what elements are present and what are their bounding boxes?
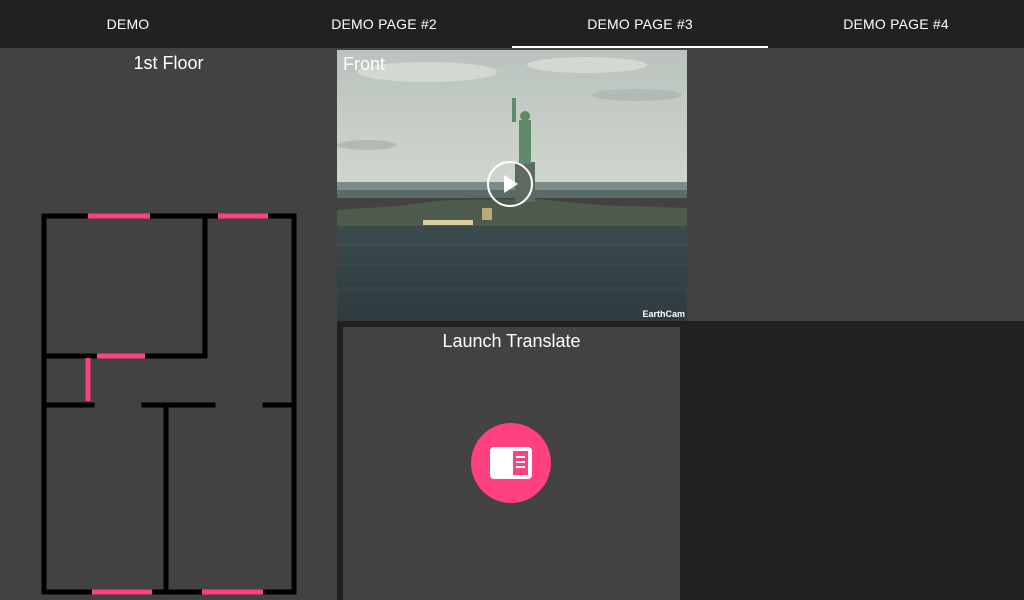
water [337,226,687,321]
play-icon [504,175,518,193]
tab-bar: DEMO DEMO PAGE #2 DEMO PAGE #3 DEMO PAGE… [0,0,1024,48]
play-button[interactable] [487,161,533,207]
building [482,208,492,220]
statue-body [519,120,531,164]
translate-icon [490,447,532,479]
floorplan-card: 1st Floor [0,48,337,600]
translate-title: Launch Translate [442,331,581,351]
floorplan-walls [41,213,297,595]
camera-feed[interactable]: Front EarthCam [337,50,687,321]
cloud [337,140,397,150]
camera-label: Front [343,54,386,74]
tab-demo-page-2[interactable]: DEMO PAGE #2 [256,0,512,48]
cloud [592,89,682,101]
translate-card: Launch Translate [343,327,680,600]
floorplan [41,213,297,595]
launch-translate-button[interactable] [471,423,551,503]
camera-watermark: EarthCam [642,309,685,319]
statue-head [520,111,530,121]
building [423,220,473,225]
tab-demo-page-3[interactable]: DEMO PAGE #3 [512,0,768,48]
tab-demo-page-4[interactable]: DEMO PAGE #4 [768,0,1024,48]
cloud [527,57,647,73]
statue-arm [512,98,516,122]
tab-demo[interactable]: DEMO [0,0,256,48]
camera-card: Front EarthCam [337,48,1024,321]
